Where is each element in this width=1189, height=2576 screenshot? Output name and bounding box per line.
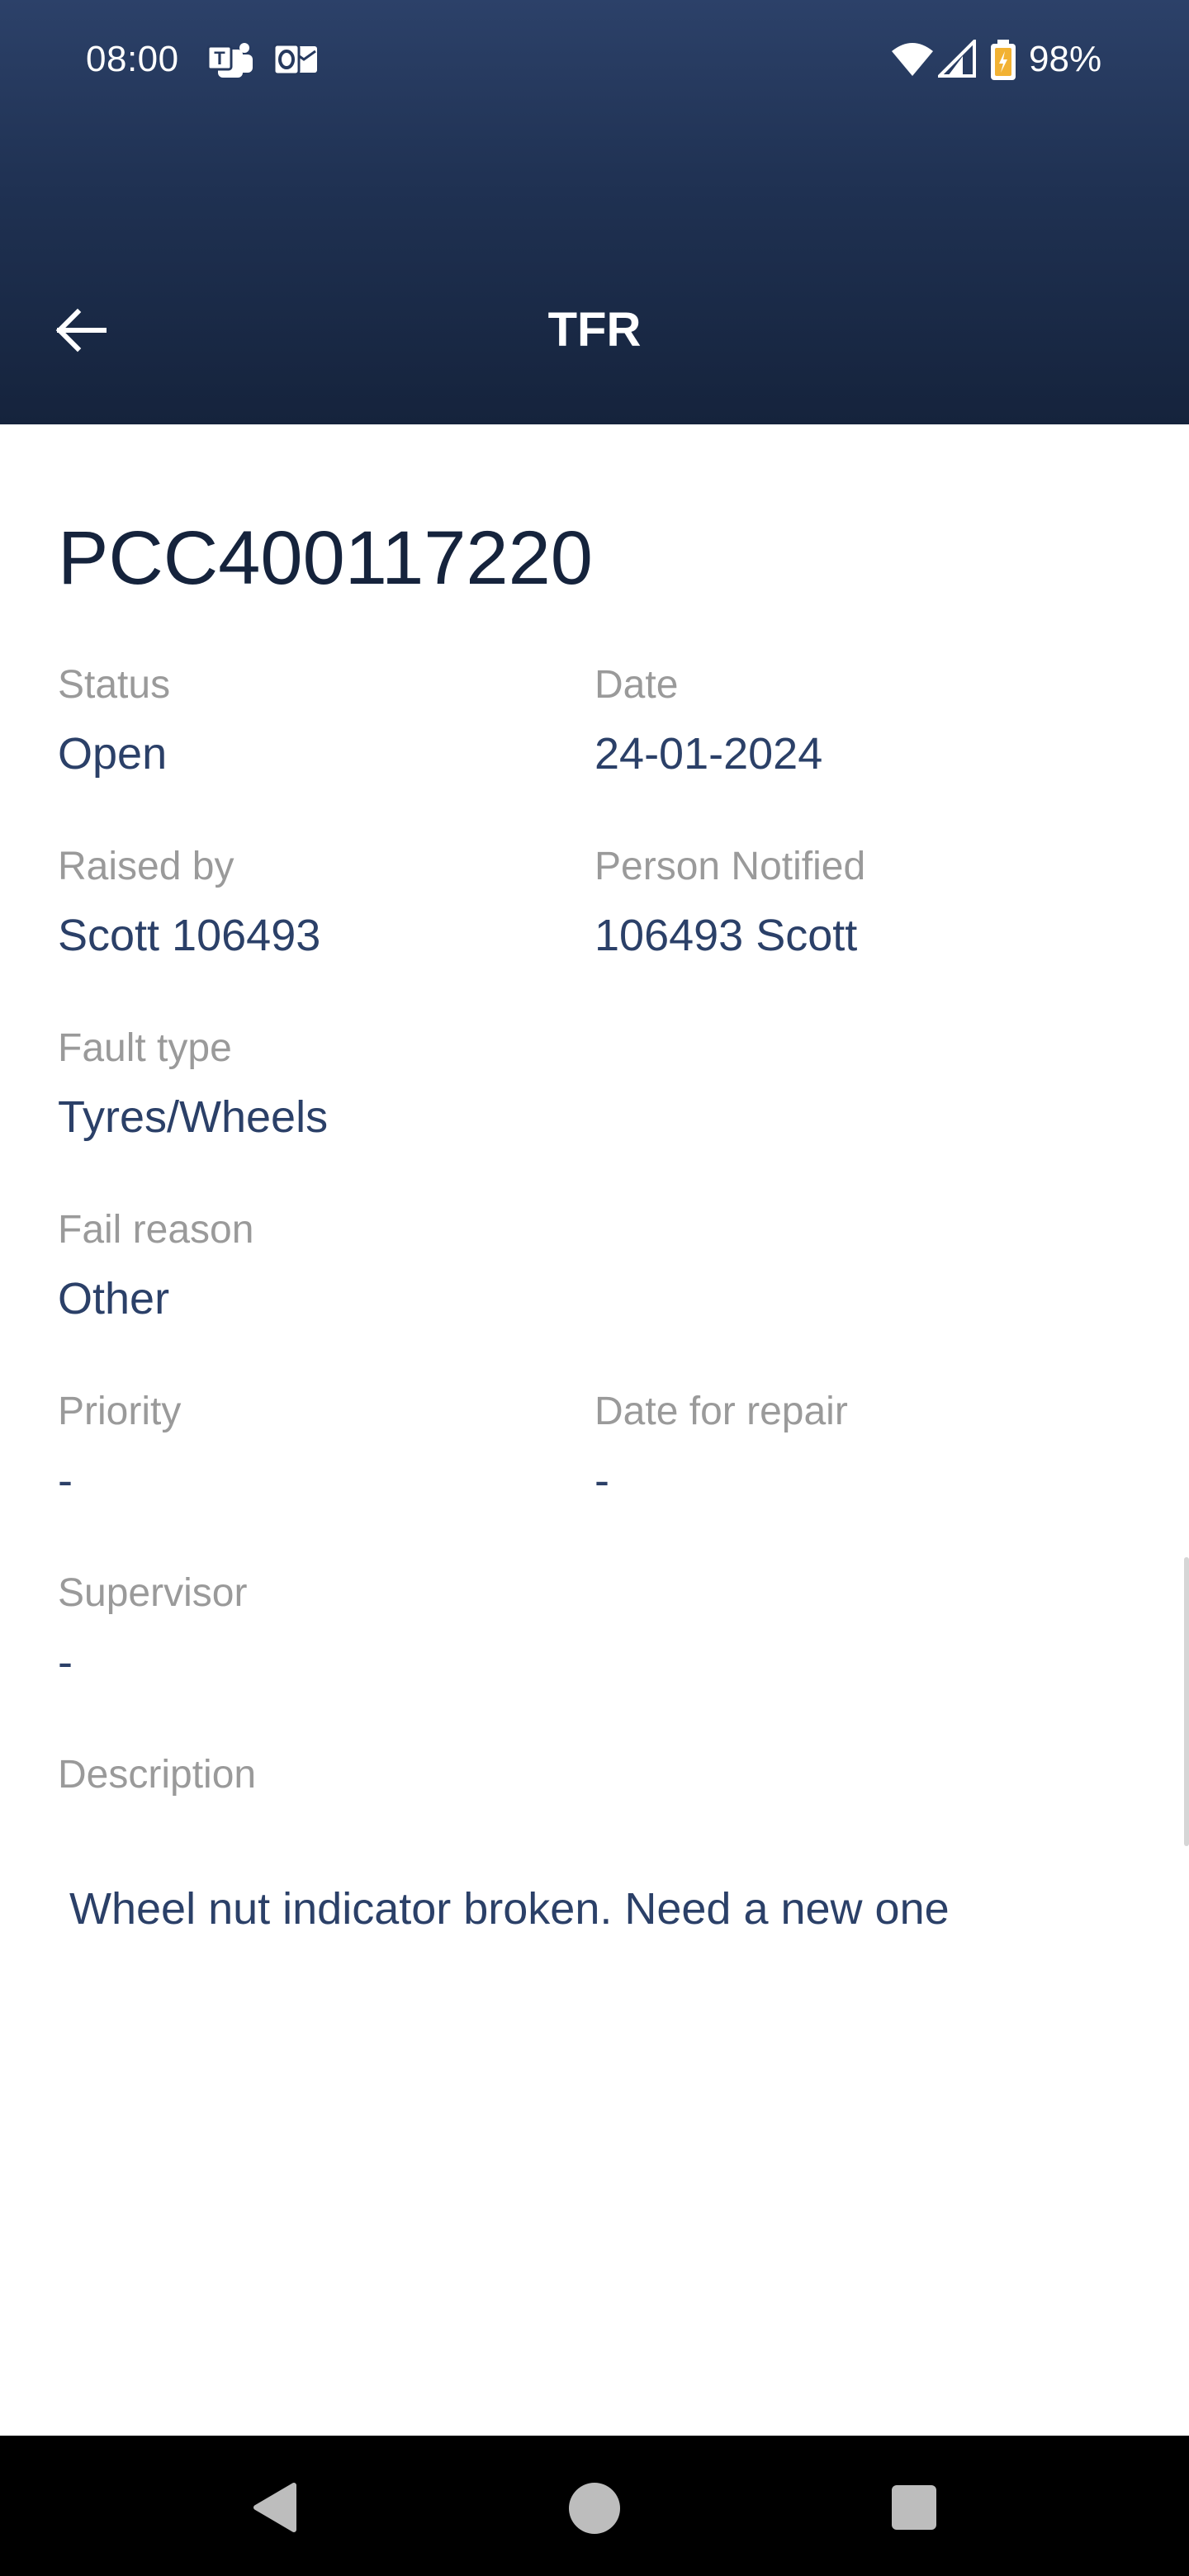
date-for-repair-value: - (594, 1456, 609, 1505)
status-label: Status (58, 663, 171, 707)
fault-type-label: Fault type (58, 1026, 232, 1070)
battery-icon (991, 40, 1016, 80)
supervisor-label: Supervisor (58, 1571, 248, 1615)
scrollbar[interactable] (1184, 1557, 1189, 1846)
page-title: TFR (547, 303, 642, 357)
date-for-repair-field: Date for repair - (594, 1387, 848, 1508)
status-bar: 08:00 T 98% (0, 0, 1189, 119)
record-id: PCC400117220 (58, 516, 593, 600)
person-notified-value: 106493 Scott (594, 911, 858, 960)
raised-by-field: Raised by Scott 106493 (58, 842, 320, 963)
date-for-repair-label: Date for repair (594, 1390, 848, 1433)
person-notified-label: Person Notified (594, 845, 866, 888)
back-triangle-icon[interactable] (251, 2482, 297, 2533)
supervisor-value: - (58, 1637, 73, 1687)
toolbar: TFR (0, 281, 1189, 380)
outlook-icon (272, 43, 317, 76)
supervisor-field: Supervisor - (58, 1569, 247, 1689)
priority-value: - (58, 1456, 73, 1505)
status-value: Open (58, 729, 168, 779)
wifi-icon (892, 43, 933, 76)
fail-reason-label: Fail reason (58, 1208, 254, 1252)
fail-reason-value: Other (58, 1274, 170, 1324)
record-details: PCC400117220 Status Open Date 24-01-2024… (0, 424, 1189, 2436)
priority-field: Priority - (58, 1387, 181, 1508)
app-header: 08:00 T 98% TFR (0, 0, 1189, 424)
date-field: Date 24-01-2024 (594, 661, 822, 781)
description-field: Description (58, 1750, 256, 1800)
description-value: Wheel nut indicator broken. Need a new o… (69, 1884, 950, 1934)
home-circle-icon[interactable] (568, 2482, 621, 2535)
status-field: Status Open (58, 661, 170, 781)
person-notified-field: Person Notified 106493 Scott (594, 842, 865, 963)
svg-text:T: T (214, 48, 225, 69)
raised-by-value: Scott 106493 (58, 911, 321, 960)
battery-percent: 98% (1029, 39, 1102, 79)
status-time: 08:00 (86, 39, 179, 79)
cell-signal-icon (938, 40, 976, 78)
fail-reason-field: Fail reason Other (58, 1205, 253, 1326)
teams-icon: T (206, 43, 253, 78)
fault-type-field: Fault type Tyres/Wheels (58, 1024, 328, 1144)
priority-label: Priority (58, 1390, 182, 1433)
fault-type-value: Tyres/Wheels (58, 1092, 329, 1142)
date-value: 24-01-2024 (594, 729, 823, 779)
recents-square-icon[interactable] (890, 2484, 938, 2531)
date-label: Date (594, 663, 679, 707)
description-label: Description (58, 1753, 257, 1797)
system-nav-bar (0, 2436, 1189, 2576)
raised-by-label: Raised by (58, 845, 234, 888)
